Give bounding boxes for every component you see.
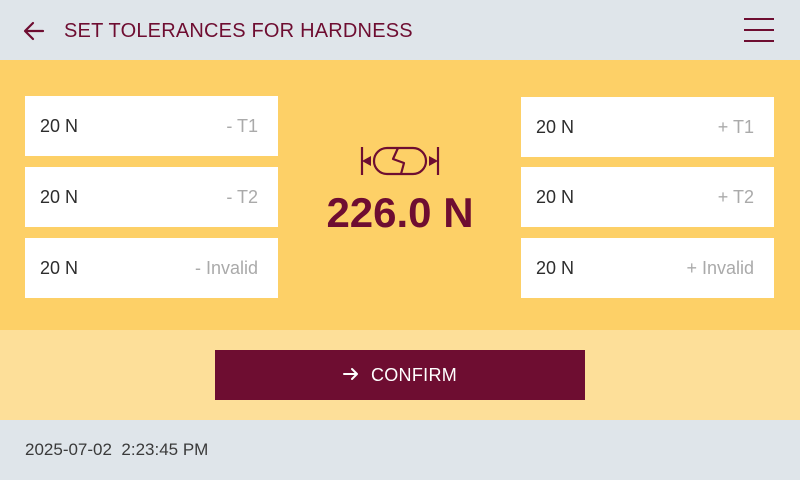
back-button[interactable] [20, 17, 48, 45]
menu-button[interactable] [742, 16, 776, 46]
plus-t2-label: + T2 [717, 187, 754, 207]
header-bar: SET TOLERANCES FOR HARDNESS [0, 0, 800, 60]
confirm-button[interactable]: CONFIRM [215, 350, 585, 400]
plus-t2-field[interactable]: 20 N + T2 [521, 167, 774, 227]
minus-invalid-value: 20 N [40, 258, 79, 278]
plus-t1-field[interactable]: 20 N + T1 [521, 97, 774, 157]
plus-t1-value: 20 N [536, 117, 575, 137]
plus-invalid-field[interactable]: 20 N + Invalid [521, 238, 774, 298]
minus-t2-label: - T2 [226, 187, 258, 207]
page-title: SET TOLERANCES FOR HARDNESS [64, 20, 413, 42]
plus-t1-label: + T1 [717, 117, 754, 137]
footer-bar: 2025-07-02 2:23:45 PM [0, 420, 800, 480]
minus-invalid-field[interactable]: 20 N - Invalid [25, 238, 278, 298]
arrow-left-icon [23, 21, 45, 41]
tablet-hardness-icon [360, 143, 440, 179]
plus-invalid-label: + Invalid [686, 258, 754, 278]
minus-t2-field[interactable]: 20 N - T2 [25, 167, 278, 227]
plus-t2-value: 20 N [536, 187, 575, 207]
hamburger-menu-icon [744, 18, 774, 20]
minus-t1-field[interactable]: 20 N - T1 [25, 96, 278, 156]
minus-invalid-label: - Invalid [194, 258, 258, 278]
arrow-right-icon [342, 365, 359, 386]
minus-t1-label: - T1 [226, 116, 258, 136]
confirm-label: CONFIRM [370, 364, 458, 385]
minus-t1-value: 20 N [40, 116, 79, 136]
plus-invalid-value: 20 N [536, 258, 575, 278]
tolerance-panel: 20 N - T1 20 N - T2 20 N - Invalid 226.0… [0, 60, 800, 330]
confirm-bar: CONFIRM [0, 330, 800, 420]
hardness-reading: 226.0 N [326, 189, 474, 236]
minus-t2-value: 20 N [40, 187, 79, 207]
timestamp: 2025-07-02 2:23:45 PM [25, 440, 209, 459]
